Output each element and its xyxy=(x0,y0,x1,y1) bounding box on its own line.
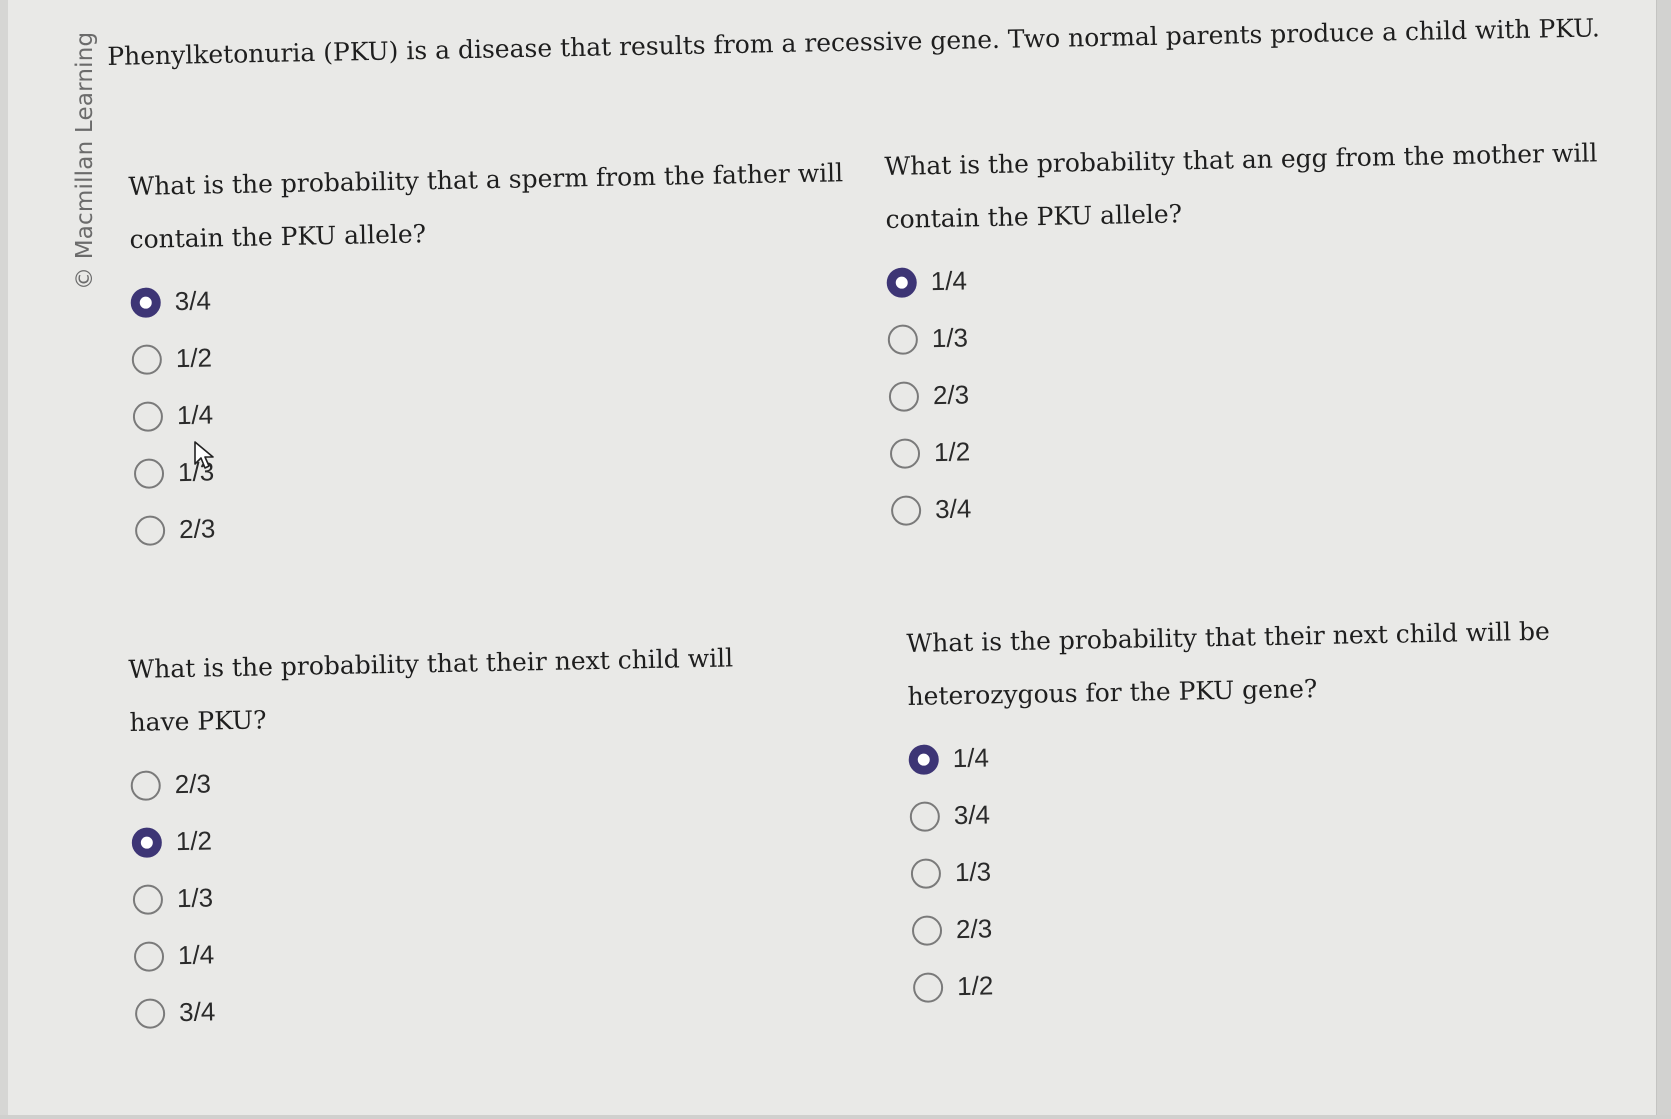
option-label: 1/3 xyxy=(931,322,969,354)
answer-options: 1/4 1/3 2/3 1/2 3/4 xyxy=(886,240,1604,539)
option-label: 1/3 xyxy=(954,856,992,888)
radio-button[interactable] xyxy=(908,743,940,775)
radio-button[interactable] xyxy=(888,380,920,412)
option-label: 1/3 xyxy=(176,882,214,914)
option-label: 1/2 xyxy=(933,436,971,468)
radio-button[interactable] xyxy=(131,343,163,375)
copyright-text: © Macmillan Learning xyxy=(72,31,98,290)
radio-button[interactable] xyxy=(130,286,162,318)
option-label: 2/3 xyxy=(174,768,212,800)
question-text-line-2: have PKU? xyxy=(129,705,267,737)
question-sperm-allele: What is the probability that a sperm fro… xyxy=(128,146,850,559)
radio-button[interactable] xyxy=(911,914,943,946)
question-egg-allele: What is the probability that an egg from… xyxy=(884,126,1604,539)
radio-button[interactable] xyxy=(890,494,922,526)
radio-button[interactable] xyxy=(133,940,165,972)
radio-button[interactable] xyxy=(887,323,919,355)
option-label: 3/4 xyxy=(178,996,216,1028)
radio-button[interactable] xyxy=(131,826,163,858)
option-label: 1/2 xyxy=(175,342,213,374)
option-label: 1/4 xyxy=(930,265,968,297)
option-label: 3/4 xyxy=(953,799,991,831)
radio-button[interactable] xyxy=(130,769,162,801)
screen-right-edge xyxy=(1656,0,1671,1119)
answer-options: 3/4 1/2 1/4 1/3 2/3 xyxy=(130,260,850,559)
question-child-pku: What is the probability that their next … xyxy=(128,631,740,1042)
radio-button[interactable] xyxy=(910,857,942,889)
answer-options: 2/3 1/2 1/3 1/4 3/4 xyxy=(130,745,740,1042)
radio-button[interactable] xyxy=(132,883,164,915)
radio-button[interactable] xyxy=(912,971,944,1003)
problem-intro: Phenylketonuria (PKU) is a disease that … xyxy=(107,13,1601,71)
option-label: 1/4 xyxy=(177,939,215,971)
radio-button[interactable] xyxy=(133,457,165,489)
option-label: 1/4 xyxy=(176,399,214,431)
question-child-heterozygous: What is the probability that their next … xyxy=(906,605,1557,1016)
answer-option[interactable]: 1/2 xyxy=(912,947,1557,1016)
answer-options: 1/4 3/4 1/3 2/3 1/2 xyxy=(908,719,1557,1016)
option-label: 1/2 xyxy=(175,825,213,857)
radio-button[interactable] xyxy=(886,266,918,298)
option-label: 1/2 xyxy=(956,970,994,1002)
option-label: 2/3 xyxy=(178,513,216,545)
question-text-line-2: heterozygous for the PKU gene? xyxy=(907,674,1318,711)
question-screen: © Macmillan Learning Phenylketonuria (PK… xyxy=(0,0,1671,1119)
option-label: 2/3 xyxy=(955,913,993,945)
option-label: 3/4 xyxy=(934,493,972,525)
answer-option[interactable]: 3/4 xyxy=(134,973,741,1042)
mouse-pointer-icon xyxy=(194,441,214,469)
option-label: 2/3 xyxy=(932,379,970,411)
option-label: 3/4 xyxy=(174,285,212,317)
radio-button[interactable] xyxy=(132,400,164,432)
radio-button[interactable] xyxy=(134,514,166,546)
option-label: 1/4 xyxy=(952,742,990,774)
radio-button[interactable] xyxy=(134,997,166,1029)
screen-bottom-edge xyxy=(0,1115,1671,1119)
radio-button[interactable] xyxy=(909,800,941,832)
radio-button[interactable] xyxy=(889,437,921,469)
screen-left-edge xyxy=(0,0,8,1119)
